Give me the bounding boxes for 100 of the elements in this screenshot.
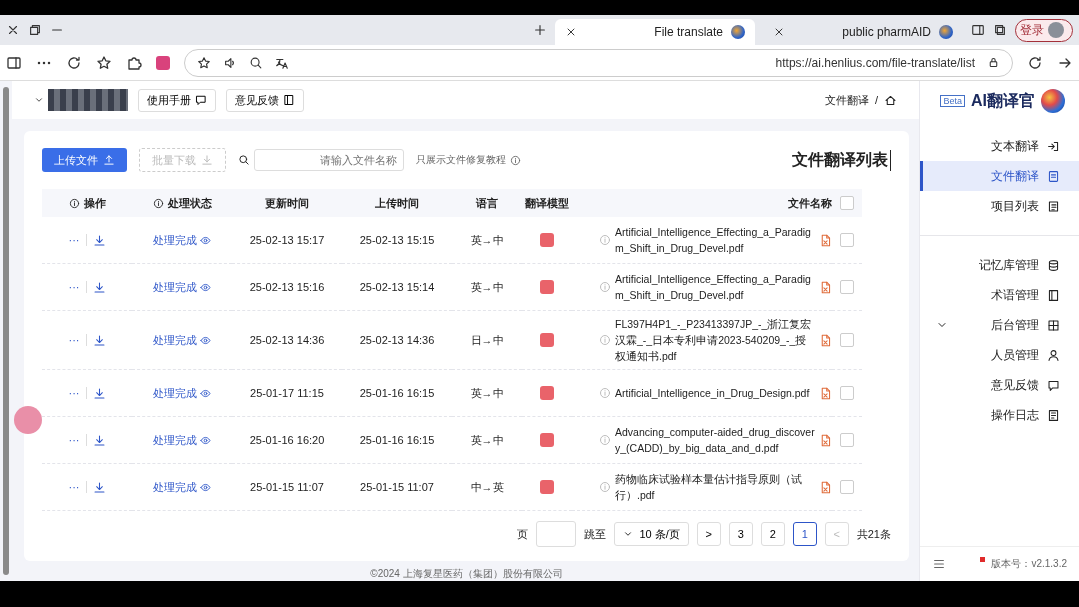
close-icon[interactable]	[6, 23, 20, 37]
beta-badge: Beta	[940, 95, 965, 107]
globe-icon	[939, 25, 953, 39]
search-icon	[238, 154, 250, 166]
extension-icon[interactable]	[156, 55, 170, 70]
table-cell: 日→中	[470, 332, 504, 348]
more-button[interactable]: ···	[68, 234, 80, 246]
status-link[interactable]: 处理完成	[153, 385, 211, 401]
info-icon	[599, 281, 611, 293]
version-text: 版本号：v2.1.3.2	[991, 557, 1067, 571]
total-count: 共21条	[856, 526, 891, 542]
more-button[interactable]: ···	[68, 481, 80, 493]
table-cell: 25-02-13 15:17	[249, 234, 325, 246]
panel-icon[interactable]	[971, 23, 985, 37]
download-icon[interactable]	[92, 280, 106, 294]
checkbox[interactable]	[840, 196, 854, 210]
next-page-button[interactable]: >	[696, 522, 721, 546]
copy-icon[interactable]	[993, 23, 1007, 37]
browser-tab[interactable]: public pharmAID	[763, 19, 963, 45]
puzzle-icon[interactable]	[126, 54, 142, 71]
document-icon	[1047, 169, 1060, 183]
read-aloud-icon[interactable]	[223, 55, 237, 70]
page-button[interactable]: 1	[792, 522, 817, 546]
search-field[interactable]: 请输入文件名称	[254, 149, 404, 171]
nav-item[interactable]: 术语管理	[920, 280, 1079, 310]
panel-icon[interactable]	[6, 54, 22, 71]
pdf-file-icon	[819, 233, 832, 247]
collapse-menu-icon[interactable]	[932, 557, 946, 571]
browser-tab[interactable]: File translate	[555, 19, 755, 45]
star-icon[interactable]	[197, 55, 211, 70]
scrollbar-thumb[interactable]	[3, 87, 9, 575]
status-link[interactable]: 处理完成	[153, 279, 211, 295]
profile-button[interactable]: 登录	[1015, 18, 1073, 42]
nav-item[interactable]: 记忆库管理	[920, 250, 1079, 280]
help-link[interactable]: 只展示文件修复教程	[416, 153, 506, 167]
database-icon	[1047, 258, 1060, 272]
page-button[interactable]: 2	[760, 522, 785, 546]
close-icon[interactable]	[773, 26, 785, 38]
table-cell: 英→中	[470, 279, 504, 295]
nav-item[interactable]: 操作日志	[920, 400, 1079, 430]
book-icon	[1047, 288, 1060, 302]
search-icon[interactable]	[249, 55, 263, 70]
checkbox[interactable]	[840, 333, 854, 347]
download-icon[interactable]	[92, 386, 106, 400]
upload-icon	[103, 154, 115, 166]
more-button[interactable]: ···	[68, 334, 80, 346]
page-input[interactable]	[536, 521, 577, 547]
download-icon[interactable]	[92, 333, 106, 347]
refresh-icon[interactable]	[1027, 54, 1043, 71]
page-button[interactable]: 3	[728, 522, 753, 546]
file-name: FL397H4P1_-_P23413397JP_-_浙江复宏汉霖_-_日本专利申请2023-540209_-_授权通知书.pdf	[615, 317, 813, 364]
nav-item[interactable]: 文本翻译	[920, 131, 1079, 161]
more-button[interactable]: ···	[68, 281, 80, 293]
caret-icon	[623, 529, 634, 539]
page-size-select[interactable]: 10 条/页	[614, 522, 689, 546]
card-title: 文件翻译列表	[792, 149, 891, 171]
star-icon[interactable]	[96, 54, 112, 71]
nav-item[interactable]: 意见反馈	[920, 370, 1079, 400]
eye-icon	[200, 434, 211, 446]
home-icon[interactable]	[884, 93, 897, 107]
header-button[interactable]: 使用手册	[138, 88, 216, 112]
download-icon[interactable]	[92, 480, 106, 494]
status-link[interactable]: 处理完成	[153, 432, 211, 448]
checkbox[interactable]	[840, 433, 854, 447]
model-icon	[540, 433, 554, 447]
file-name: Advancing_computer-aided_drug_discovery_(CADD)_by_big_data_and_d.pdf	[615, 425, 815, 456]
pdf-file-icon	[819, 280, 832, 294]
nav-item[interactable]: 文件翻译	[920, 161, 1079, 191]
caret-icon[interactable]	[34, 95, 44, 105]
copyright-text: ©2024 上海复星医药（集团）股份有限公司	[370, 568, 563, 579]
download-icon[interactable]	[92, 233, 106, 247]
nav-item[interactable]: 项目列表	[920, 191, 1079, 221]
close-icon[interactable]	[565, 26, 577, 38]
checkbox[interactable]	[840, 480, 854, 494]
checkbox[interactable]	[840, 386, 854, 400]
info-icon	[599, 481, 611, 493]
status-link[interactable]: 处理完成	[153, 232, 211, 248]
jump-label: 跳至	[584, 526, 607, 542]
file-name: Artificial_Intelligence_Effecting_a_Paradigm_Shift_in_Drug_Devel.pdf	[615, 272, 812, 303]
status-link[interactable]: 处理完成	[153, 479, 211, 495]
checkbox[interactable]	[840, 233, 854, 247]
file-name: Artificial_Intelligence_in_Drug_Design.pdf	[615, 386, 811, 401]
eye-icon	[200, 387, 211, 399]
checkbox[interactable]	[840, 280, 854, 294]
new-tab-icon[interactable]	[533, 23, 547, 37]
nav-item[interactable]: 后台管理	[920, 310, 1079, 340]
status-link[interactable]: 处理完成	[153, 332, 211, 348]
upload-button[interactable]: 上传文件	[42, 148, 127, 172]
info-icon	[599, 334, 611, 346]
download-icon[interactable]	[92, 433, 106, 447]
nav-item[interactable]: 人员管理	[920, 340, 1079, 370]
more-button[interactable]: ···	[68, 387, 80, 399]
header-button[interactable]: 意见反馈	[226, 88, 304, 112]
refresh-icon[interactable]	[66, 54, 82, 71]
model-icon	[540, 280, 554, 294]
more-button[interactable]: ···	[68, 434, 80, 446]
column-header: 处理状态	[167, 195, 212, 211]
restore-icon[interactable]	[28, 23, 42, 37]
download-icon	[201, 154, 213, 166]
table-cell: 25-02-13 14:36	[249, 334, 325, 346]
